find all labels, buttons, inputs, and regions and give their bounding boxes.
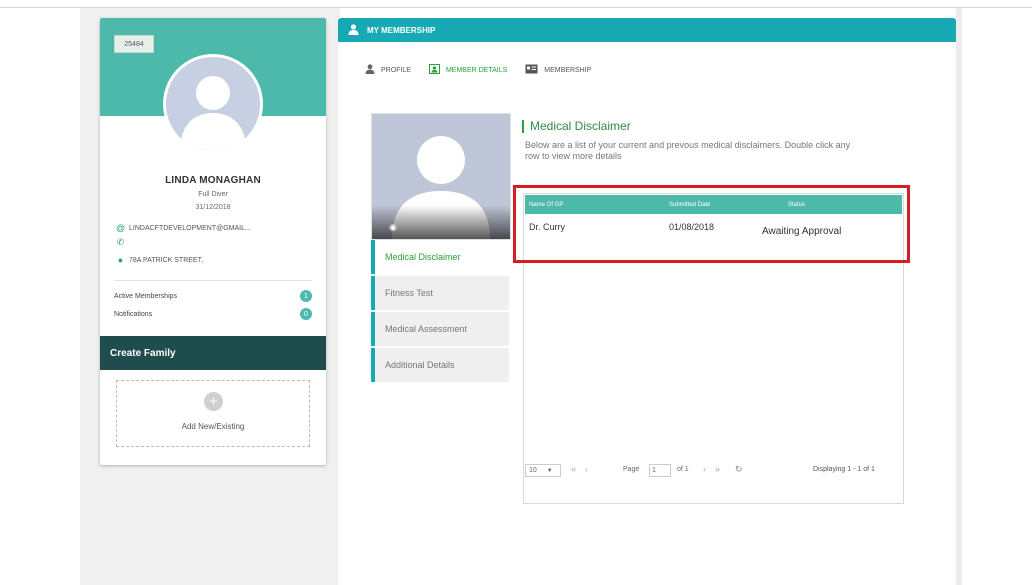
tab-member-details[interactable]: MEMBER DETAILS	[428, 64, 508, 76]
right-border	[956, 8, 962, 585]
member-id-badge: 25484	[114, 35, 154, 53]
address-text: 78A PATRICK STREET,	[129, 256, 204, 264]
create-family-bar[interactable]: Create Family	[100, 336, 326, 370]
divider	[114, 280, 312, 281]
sidenav-additional-details[interactable]: Additional Details	[371, 348, 509, 382]
tab-label: MEMBERSHIP	[544, 66, 592, 74]
tab-bar: PROFILE MEMBER DETAILS MEMBERSHIP	[365, 64, 591, 76]
phone-row: ✆	[116, 237, 129, 248]
panel-title: MY MEMBERSHIP	[367, 25, 436, 35]
location-pin-icon: ●	[117, 255, 124, 265]
tab-profile[interactable]: PROFILE	[365, 64, 411, 76]
page-label: Page	[623, 466, 640, 473]
main-panel: MY MEMBERSHIP PROFILE MEMBER DETAILS MEM…	[338, 18, 956, 585]
member-name: LINDA MONAGHAN	[165, 175, 261, 186]
sidenav-medical-assessment[interactable]: Medical Assessment	[371, 312, 509, 346]
chevron-down-icon: ▼	[546, 467, 553, 474]
section-title: Medical Disclaimer	[522, 119, 631, 133]
pager: 10 ▼ « ‹ Page 1 of 1 › » ↻ Displaying 1 …	[523, 461, 904, 481]
page-input-value: 1	[652, 467, 656, 474]
sidenav-medical-disclaimer[interactable]: Medical Disclaimer	[371, 240, 509, 274]
side-nav: Medical Disclaimer Fitness Test Medical …	[371, 240, 509, 384]
page-size-select[interactable]: 10 ▼	[525, 464, 561, 477]
highlight-box	[513, 185, 910, 263]
tab-label: MEMBER DETAILS	[445, 66, 508, 74]
profile-photo[interactable]: ◉	[371, 113, 511, 240]
email-row: @ LINDACFTDEVELOPMENT@GMAIL...	[116, 223, 251, 233]
section-description: Below are a list of your current and pre…	[525, 140, 851, 161]
member-date: 31/12/2018	[195, 204, 231, 211]
membership-type: Full Diver	[198, 191, 228, 198]
profile-card: 25484 LINDA MONAGHAN Full Diver 31/12/20…	[100, 18, 326, 465]
page-size-value: 10	[529, 467, 537, 474]
page-total: of 1	[677, 466, 689, 473]
page-input[interactable]: 1	[649, 464, 671, 477]
address-row: ● 78A PATRICK STREET,	[116, 255, 203, 265]
avatar-person-icon	[180, 76, 246, 151]
prev-page-icon[interactable]: ‹	[585, 464, 588, 474]
stat-label: Notifications	[114, 310, 153, 318]
stat-count-badge: 0	[300, 308, 312, 320]
avatar[interactable]	[163, 54, 263, 154]
first-page-icon[interactable]: «	[571, 464, 576, 474]
person-icon	[365, 64, 375, 76]
phone-icon: ✆	[116, 237, 125, 247]
tab-membership[interactable]: MEMBERSHIP	[525, 64, 591, 76]
camera-icon[interactable]: ◉	[389, 222, 397, 233]
add-family-member-button[interactable]: + Add New/Existing	[116, 380, 310, 447]
section-title-text: Medical Disclaimer	[530, 119, 631, 133]
stat-label: Active Memberships	[114, 292, 178, 300]
next-page-icon[interactable]: ›	[703, 464, 706, 474]
tab-label: PROFILE	[381, 66, 411, 74]
last-page-icon[interactable]: »	[715, 464, 720, 474]
person-icon	[348, 23, 359, 37]
refresh-icon[interactable]: ↻	[735, 464, 743, 475]
stat-active-memberships[interactable]: Active Memberships 1	[114, 290, 312, 302]
add-label: Add New/Existing	[181, 422, 245, 431]
sidenav-fitness-test[interactable]: Fitness Test	[371, 276, 509, 310]
display-count: Displaying 1 - 1 of 1	[813, 466, 875, 473]
membership-card-icon	[525, 64, 538, 76]
stat-count-badge: 1	[300, 290, 312, 302]
email-text: LINDACFTDEVELOPMENT@GMAIL...	[129, 224, 251, 232]
at-icon: @	[116, 223, 126, 233]
stat-notifications[interactable]: Notifications 0	[114, 308, 312, 320]
panel-header: MY MEMBERSHIP	[338, 18, 956, 42]
plus-icon: +	[204, 392, 223, 411]
id-card-icon	[428, 64, 440, 76]
